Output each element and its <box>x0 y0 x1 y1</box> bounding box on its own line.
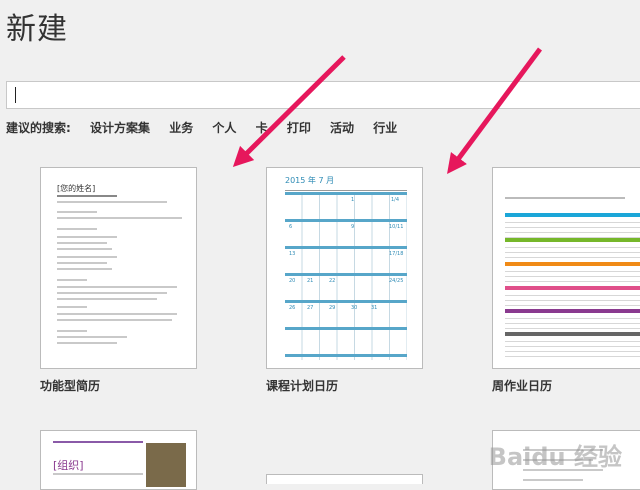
template-thumbnail-lesson-calendar[interactable]: 2015 年 7 月 1 1/4 6 9 10/11 13 17/18 20 2… <box>266 167 423 369</box>
suggest-link-business[interactable]: 业务 <box>169 119 193 136</box>
weekly-band <box>505 213 640 217</box>
template-thumbnail-weekly-calendar[interactable] <box>492 167 640 369</box>
search-input[interactable] <box>6 81 640 109</box>
page-title: 新建 <box>6 12 68 47</box>
calendar-month-title: 2015 年 7 月 <box>285 176 335 185</box>
organization-title-text: [组织] <box>53 459 84 472</box>
text-caret <box>15 87 16 103</box>
resume-name-text: [您的姓名] <box>57 184 96 193</box>
suggested-searches-label: 建议的搜索: <box>6 121 71 135</box>
suggest-link-design[interactable]: 设计方案集 <box>90 119 150 136</box>
suggest-link-personal[interactable]: 个人 <box>212 119 236 136</box>
calendar-grid <box>285 192 407 360</box>
template-label-lesson-calendar[interactable]: 课程计划日历 <box>266 377 338 394</box>
resume-divider <box>57 195 117 197</box>
building-photo <box>146 443 186 487</box>
suggest-link-card[interactable]: 卡 <box>256 119 268 136</box>
suggest-link-event[interactable]: 活动 <box>330 119 354 136</box>
suggest-link-print[interactable]: 打印 <box>287 119 311 136</box>
template-label-resume[interactable]: 功能型简历 <box>40 377 100 394</box>
template-thumbnail-resume[interactable]: [您的姓名] <box>40 167 197 369</box>
baidu-watermark: Baidu 经验 <box>488 443 622 471</box>
template-thumbnail-partial[interactable] <box>266 474 423 484</box>
suggest-link-industry[interactable]: 行业 <box>373 119 397 136</box>
template-thumbnail-organization[interactable]: [组织] <box>40 430 197 490</box>
suggested-searches: 建议的搜索: 设计方案集 业务 个人 卡 打印 活动 行业 <box>6 119 412 136</box>
template-label-weekly-calendar[interactable]: 周作业日历 <box>492 377 552 394</box>
